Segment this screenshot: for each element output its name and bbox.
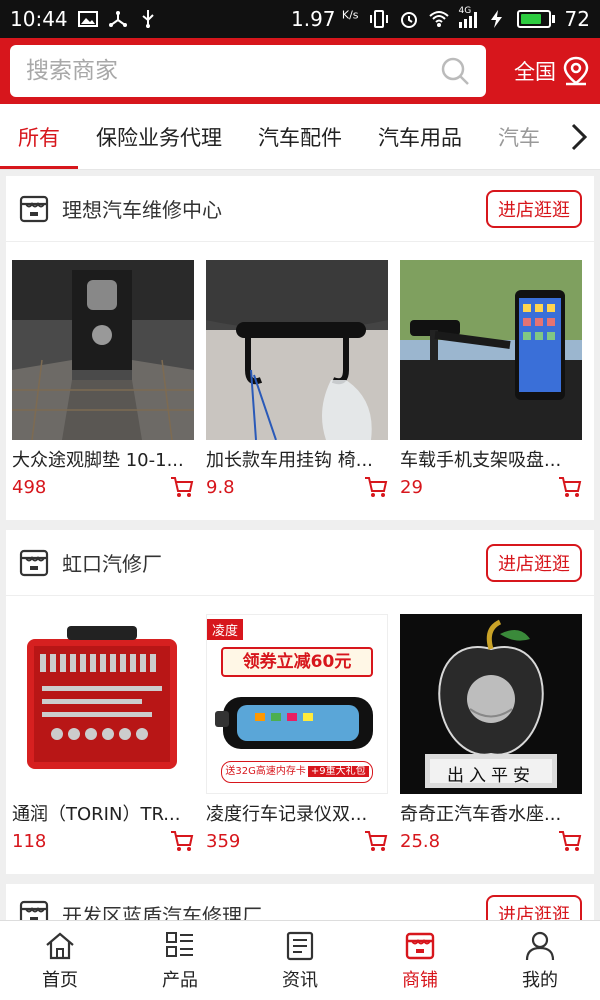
product-price: 29: [400, 476, 423, 498]
status-bar: 10:44 1.97 K/s 4G 72: [0, 0, 600, 38]
shop-name: 虹口汽修厂: [62, 552, 162, 576]
product-price: 25.8: [400, 830, 441, 852]
product-card[interactable]: 通润（TORIN）TR... 118: [12, 614, 194, 852]
product-name: 大众途观脚垫 10-1...: [12, 450, 184, 471]
product-image-crystal-apple: 出入平安: [400, 614, 582, 794]
store-icon: [19, 900, 49, 920]
store-icon: [19, 195, 49, 222]
region-selector[interactable]: 全国: [514, 56, 590, 86]
search-icon[interactable]: [440, 56, 470, 86]
product-name: 车载手机支架吸盘...: [400, 450, 562, 471]
store-icon: [19, 549, 49, 576]
shop-list: 理想汽车维修中心 进店逛逛 大众途观脚垫 10-1... 498 加长款车用挂钩…: [0, 170, 600, 920]
status-time: 10:44: [10, 7, 68, 31]
news-icon: [286, 931, 314, 960]
category-tabs: 所有 保险业务代理 汽车配件 汽车用品 汽车: [0, 104, 600, 170]
search-input[interactable]: [26, 58, 440, 84]
crystal-base-text: 出入平安: [447, 766, 535, 786]
net-speed: 1.97 K/s: [291, 7, 359, 31]
product-card[interactable]: 加长款车用挂钩 椅... 9.8: [206, 260, 388, 498]
user-icon: [525, 931, 555, 960]
nav-products[interactable]: 产品: [120, 921, 240, 1000]
product-card[interactable]: 车载手机支架吸盘... 29: [400, 260, 582, 498]
product-price: 359: [206, 830, 241, 852]
product-card[interactable]: 出入平安 奇奇正汽车香水座... 25.8: [400, 614, 582, 852]
tab-auto-parts[interactable]: 汽车配件: [240, 104, 360, 169]
shop-card: 理想汽车维修中心 进店逛逛 大众途观脚垫 10-1... 498 加长款车用挂钩…: [6, 176, 594, 520]
search-box[interactable]: [10, 45, 486, 97]
vibrate-icon: [369, 10, 388, 28]
alarm-icon: [400, 12, 417, 28]
store-icon: [405, 932, 435, 959]
battery-icon: [516, 10, 555, 28]
signal-icon: 4G: [458, 6, 477, 28]
tab-all[interactable]: 所有: [0, 104, 78, 169]
visit-shop-button[interactable]: 进店逛逛: [486, 543, 582, 582]
tabs-scroll-right[interactable]: [558, 104, 600, 169]
charging-icon: [490, 10, 502, 28]
cart-icon[interactable]: [558, 830, 582, 852]
cart-icon[interactable]: [364, 476, 388, 498]
bottom-nav: 首页 产品 资讯 商铺 我的: [0, 920, 600, 1000]
product-card[interactable]: 凌度 领券立减60元 送32G高速内存卡 +9重大礼包 凌度行车记录仪双... …: [206, 614, 388, 852]
location-pin-icon: [563, 56, 589, 86]
region-label: 全国: [514, 60, 556, 84]
header: 全国: [0, 38, 600, 104]
product-image-car-floor-mat: [12, 260, 194, 440]
product-image-tool-kit: [12, 614, 194, 794]
nav-stores[interactable]: 商铺: [360, 921, 480, 1000]
nav-home[interactable]: 首页: [0, 921, 120, 1000]
battery-level: 72: [564, 7, 590, 31]
grid-list-icon: [166, 931, 193, 957]
cart-icon[interactable]: [558, 476, 582, 498]
product-image-car-seat-hook: [206, 260, 388, 440]
promo-footer: 送32G高速内存卡 +9重大礼包: [221, 761, 373, 783]
home-icon: [46, 932, 74, 959]
product-price: 9.8: [206, 476, 235, 498]
cart-icon[interactable]: [170, 476, 194, 498]
product-image-dashcam-mirror: 凌度 领券立减60元 送32G高速内存卡 +9重大礼包: [206, 614, 388, 794]
product-name: 通润（TORIN）TR...: [12, 804, 181, 825]
product-image-phone-holder: [400, 260, 582, 440]
shop-card: 虹口汽修厂 进店逛逛 通润（TORIN）TR... 118 凌度 领券立减60元…: [6, 530, 594, 874]
image-icon: [77, 11, 98, 27]
share-icon: [108, 11, 127, 27]
product-price: 118: [12, 830, 47, 852]
usb-icon: [142, 10, 154, 28]
product-name: 加长款车用挂钩 椅...: [206, 450, 373, 471]
chevron-right-icon: [571, 123, 588, 151]
cart-icon[interactable]: [364, 830, 388, 852]
shop-name: 开发区蓝盾汽车修理厂: [62, 903, 262, 921]
nav-me[interactable]: 我的: [480, 921, 600, 1000]
tab-insurance-agency[interactable]: 保险业务代理: [78, 104, 240, 169]
nav-news[interactable]: 资讯: [240, 921, 360, 1000]
tab-car[interactable]: 汽车: [480, 104, 558, 169]
shop-card: 开发区蓝盾汽车修理厂 进店逛逛: [6, 884, 594, 920]
cart-icon[interactable]: [170, 830, 194, 852]
product-name: 奇奇正汽车香水座...: [400, 804, 562, 825]
shop-name: 理想汽车维修中心: [62, 198, 222, 222]
visit-shop-button[interactable]: 进店逛逛: [486, 189, 582, 228]
brand-badge: 凌度: [207, 619, 244, 640]
promo-banner: 领券立减60元: [221, 647, 373, 677]
visit-shop-button[interactable]: 进店逛逛: [486, 895, 582, 920]
tab-auto-supplies[interactable]: 汽车用品: [360, 104, 480, 169]
wifi-icon: [428, 11, 449, 27]
product-card[interactable]: 大众途观脚垫 10-1... 498: [12, 260, 194, 498]
product-price: 498: [12, 476, 47, 498]
product-name: 凌度行车记录仪双...: [206, 804, 368, 825]
